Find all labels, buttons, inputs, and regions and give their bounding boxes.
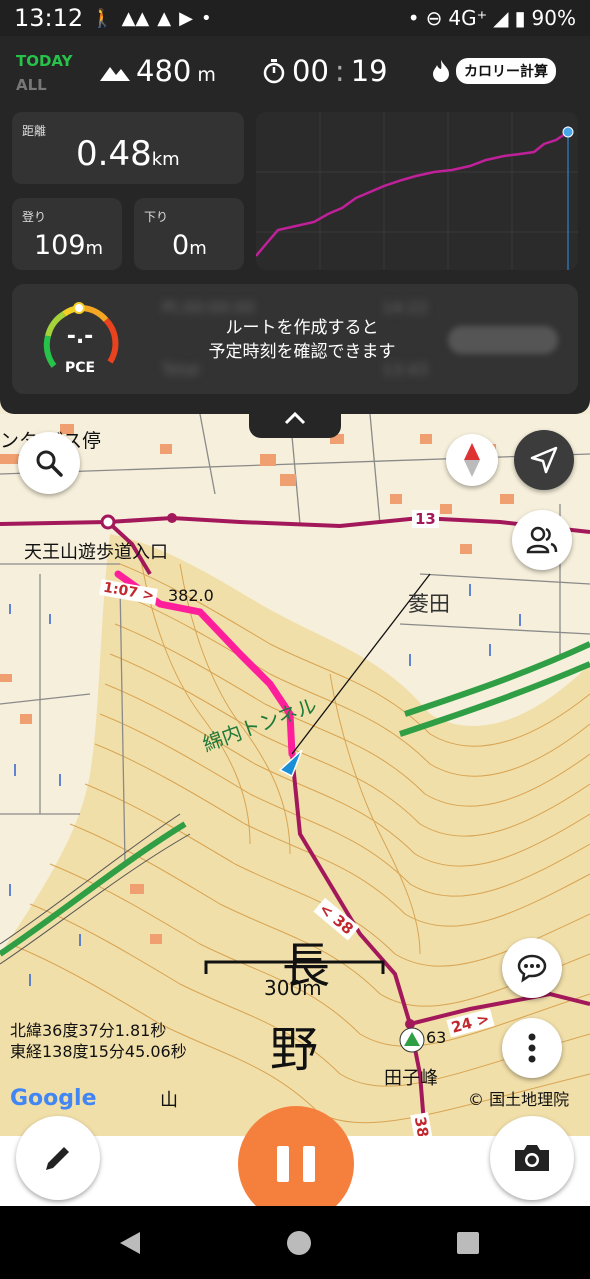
coordinates: 北緯36度37分1.81秒 東経138度15分45.06秒 [10, 1020, 187, 1062]
flame-icon [433, 60, 449, 82]
peak-label: 田子峰 [384, 1068, 438, 1089]
elevation-current-point [562, 126, 574, 138]
peak-elevation-label: 63 [426, 1028, 447, 1047]
search-button[interactable] [18, 432, 80, 494]
battery-level: 90% [531, 6, 576, 30]
timer-minutes: 19 [350, 54, 388, 88]
distance-readout: 0.48km [76, 134, 180, 174]
battery-icon: ▮ [514, 6, 526, 30]
ascent-readout: 109m [34, 230, 103, 261]
place-label-no: 野 [270, 1022, 319, 1078]
pce-label: PCE [64, 360, 96, 376]
altitude-unit: m [197, 64, 216, 86]
distance-value: 0.48 [76, 134, 152, 174]
comment-button[interactable] [502, 938, 562, 998]
elevation-chart[interactable] [256, 112, 578, 270]
signal-icon: ◢ [493, 6, 509, 30]
pce-card: -.- PCE Pt.00:00:00 14:22 Total 13:43 ルー… [12, 284, 578, 394]
altitude-readout: 480 m [100, 54, 216, 88]
blurred-button [448, 326, 558, 354]
mountain-icon [100, 67, 130, 81]
pce-message-line2: 予定時刻を確認できます [208, 342, 396, 362]
descent-unit: m [189, 238, 207, 259]
distance-unit: km [151, 149, 180, 170]
pce-message-line1: ルートを作成すると [225, 318, 379, 338]
dnd-icon: ⊖ [425, 6, 443, 30]
descent-label: 下り [144, 210, 169, 224]
topographic-map[interactable]: ンタ バス停 天王山遊歩道入口 菱田 綿内トンネル 長 野 田子峰 63 山 3… [0, 414, 590, 1136]
chevron-up-icon [284, 411, 306, 425]
ascent-card: 登り 109m [12, 198, 122, 270]
dot-icon: • [200, 7, 212, 29]
stopwatch-icon [263, 59, 285, 84]
pause-icon-bar-left [277, 1146, 289, 1182]
mountain-label: 山 [160, 1090, 178, 1111]
elapsed-timer: 00:19 [262, 54, 388, 88]
panel-header: TODAY ALL 480 m 00:19 カロリー計算 [0, 36, 590, 108]
youtube-status-icon: ▶ [179, 7, 193, 29]
search-icon [36, 450, 63, 477]
network-type: 4G⁺ [448, 6, 488, 30]
timer-hours: 00 [292, 54, 329, 88]
friends-button[interactable] [512, 510, 572, 570]
distance-card: 距離 0.48km [12, 112, 244, 184]
descent-value: 0 [172, 230, 190, 261]
route-time-13: 13 [412, 510, 439, 528]
mountain-status-icon: ▲▲ [121, 7, 150, 29]
trailhead-label: 天王山遊歩道入口 [24, 542, 168, 563]
collapse-panel-handle[interactable] [249, 404, 341, 438]
longitude: 東経138度15分45.06秒 [10, 1042, 187, 1061]
dot-icon: • [407, 6, 420, 30]
ascent-label: 登り [22, 210, 47, 224]
ascent-value: 109 [34, 230, 86, 261]
elevation-point-label: 382.0 [168, 586, 214, 605]
home-icon[interactable] [286, 1230, 312, 1256]
google-logo: Google [10, 1086, 97, 1111]
edit-button[interactable] [16, 1116, 100, 1200]
pce-message: ルートを作成すると 予定時刻を確認できます [172, 316, 432, 364]
calorie-button[interactable]: カロリー計算 [432, 58, 556, 84]
pause-icon-bar-right [303, 1146, 315, 1182]
compass-icon [464, 443, 480, 477]
camera-button[interactable] [490, 1116, 574, 1200]
calorie-button-label: カロリー計算 [456, 58, 556, 84]
today-toggle[interactable]: TODAY [16, 52, 72, 70]
latitude: 北緯36度37分1.81秒 [10, 1021, 167, 1040]
system-nav-bar [0, 1206, 590, 1279]
blurred-placeholder-1: Pt.00:00:00 [162, 298, 255, 317]
elevation-chart-svg [256, 112, 578, 270]
map-attribution: © 国土地理院 [468, 1090, 570, 1109]
pce-value: -.- [66, 324, 94, 349]
descent-card: 下り 0m [134, 198, 244, 270]
people-icon [526, 526, 558, 554]
descent-readout: 0m [172, 230, 207, 261]
tracking-panel: TODAY ALL 480 m 00:19 カロリー計算 距離 0.48km 登り… [0, 36, 590, 414]
navigation-arrow-icon [530, 446, 558, 474]
location-mode-button[interactable] [514, 430, 574, 490]
all-toggle[interactable]: ALL [16, 76, 47, 94]
chat-bubble-icon [517, 954, 547, 983]
status-bar: 13:12 🚶 ▲▲ ▲ ▶ • • ⊖ 4G⁺ ◢ ▮ 90% [0, 0, 590, 36]
camera-icon [515, 1145, 549, 1171]
elevation-profile-line [256, 130, 569, 257]
more-vertical-icon [528, 1033, 536, 1063]
pencil-icon [46, 1147, 69, 1170]
status-time: 13:12 [14, 4, 84, 32]
altitude-value: 480 [136, 54, 192, 88]
hiking-status-icon: 🚶 [91, 7, 114, 29]
recents-icon[interactable] [456, 1231, 480, 1255]
compass-button[interactable] [446, 434, 498, 486]
pause-button[interactable] [238, 1106, 354, 1222]
blurred-placeholder-2: 14:22 [382, 298, 429, 317]
ascent-unit: m [85, 238, 104, 259]
back-icon[interactable] [118, 1230, 142, 1256]
scale-label: 300m [264, 976, 322, 1000]
more-options-button[interactable] [502, 1018, 562, 1078]
distance-label: 距離 [22, 124, 47, 138]
mountain-peak-icon: ▲ [157, 7, 172, 29]
hishida-label: 菱田 [408, 592, 450, 616]
